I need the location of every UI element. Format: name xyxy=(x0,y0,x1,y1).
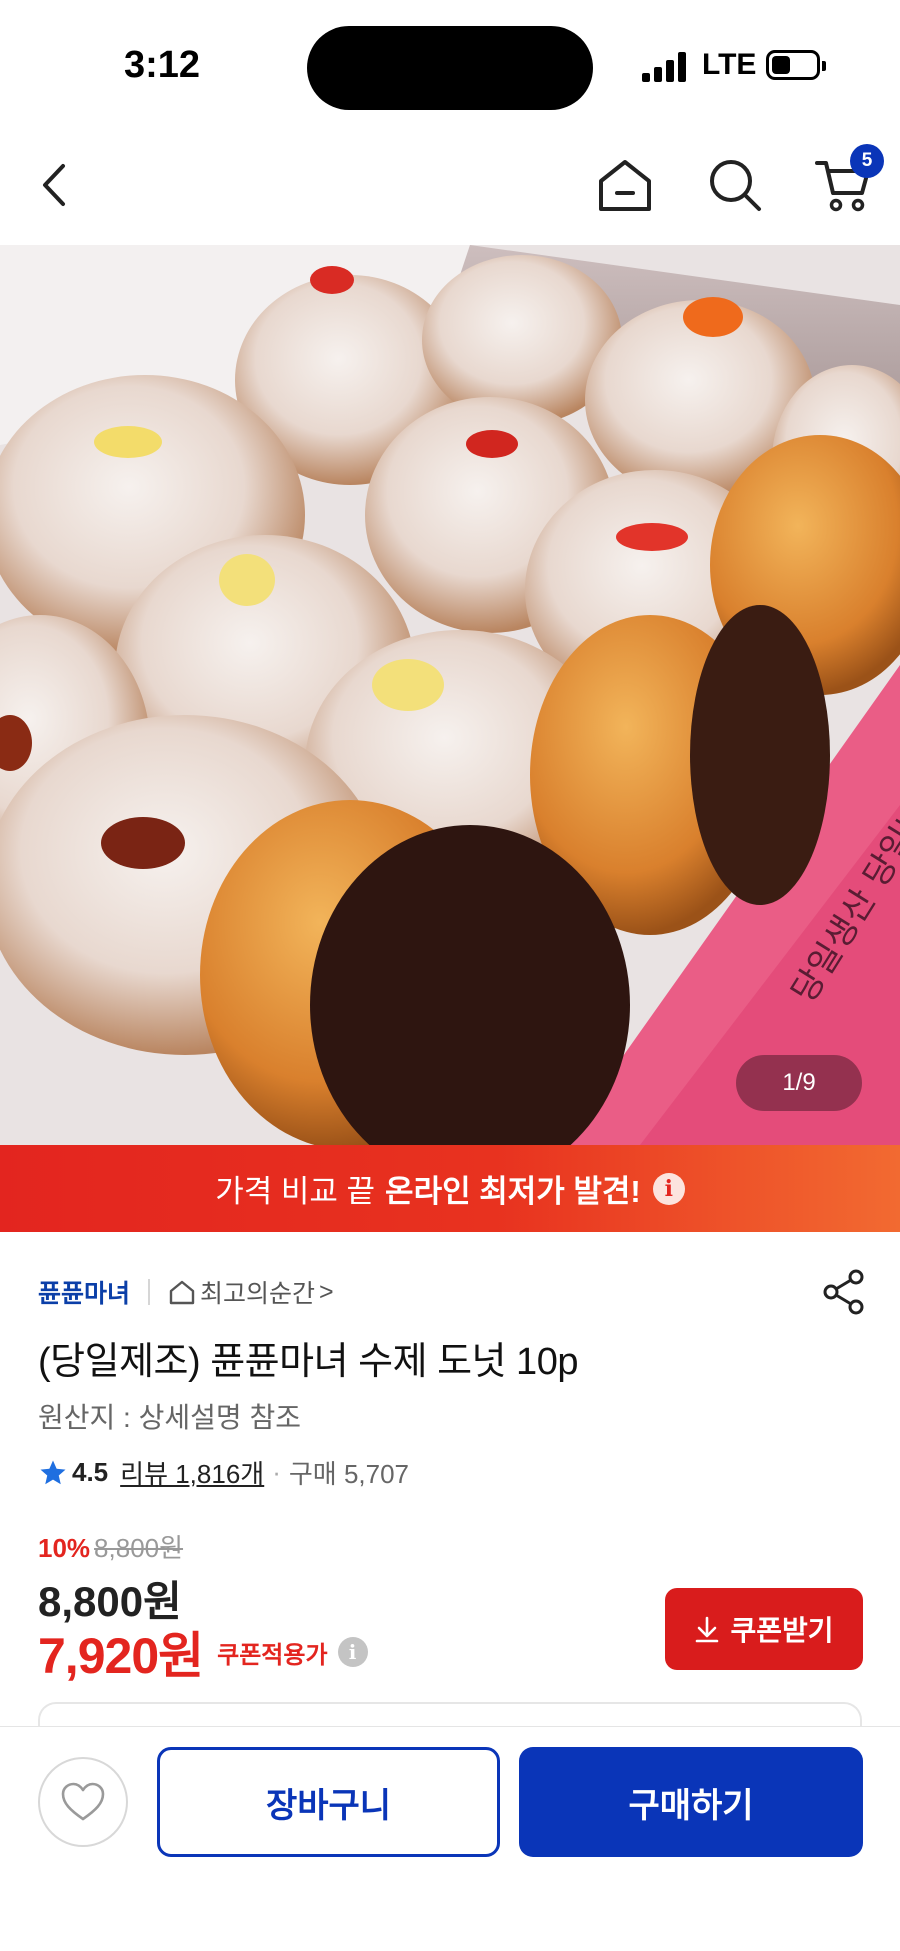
add-to-cart-button[interactable]: 장바구니 xyxy=(157,1747,500,1857)
top-nav-bar: 5 xyxy=(0,130,900,245)
separator: · xyxy=(272,1457,281,1487)
divider xyxy=(148,1279,151,1305)
seller-name-link[interactable]: 퓬퓬마녀 xyxy=(38,1274,130,1310)
star-icon xyxy=(40,1460,66,1484)
coupon-price-label: 쿠폰적용가 xyxy=(217,1641,328,1669)
share-icon xyxy=(823,1269,864,1315)
status-bar: 3:12 LTE xyxy=(0,0,900,130)
download-icon xyxy=(696,1616,719,1643)
search-icon xyxy=(710,160,761,211)
promo-bold-text: 온라인 최저가 발견! xyxy=(385,1174,641,1209)
network-label: LTE xyxy=(702,48,757,81)
brand-link[interactable]: 최고의순간 > xyxy=(168,1274,334,1310)
wishlist-button[interactable] xyxy=(38,1757,128,1847)
seller-row: 퓬퓬마녀 최고의순간 > xyxy=(38,1274,334,1310)
cart-count-badge: 5 xyxy=(850,144,884,178)
promo-text: 가격 비교 끝 xyxy=(215,1174,376,1209)
back-button[interactable] xyxy=(20,150,90,220)
product-image[interactable]: 당일생산 당일배송 1/9 xyxy=(0,245,900,1145)
info-icon[interactable]: i xyxy=(337,1637,368,1667)
share-button[interactable] xyxy=(818,1266,870,1318)
rating-value: 4.5 xyxy=(72,1457,109,1487)
discount-row: 10% 8,800원 xyxy=(38,1528,183,1565)
chevron-right-icon: > xyxy=(319,1277,334,1306)
home-icon xyxy=(169,1280,195,1305)
chevron-left-icon xyxy=(43,164,65,206)
coupon-price-row: 7,920원 쿠폰적용가 i xyxy=(38,1616,368,1688)
origin-text: 원산지 : 상세설명 참조 xyxy=(38,1402,301,1433)
heart-icon xyxy=(61,1782,105,1821)
brand-link-label: 최고의순간 xyxy=(200,1280,316,1308)
cart-button[interactable]: 5 xyxy=(808,144,884,220)
discount-rate: 10% xyxy=(38,1533,91,1563)
review-count-link[interactable]: 리뷰 1,816개 xyxy=(120,1454,264,1491)
donut-box-photo: 당일생산 당일배송 xyxy=(0,245,900,1145)
rating-row: 4.5 리뷰 1,816개 · 구매 5,707 xyxy=(38,1454,409,1491)
search-button[interactable] xyxy=(700,150,770,220)
status-time: 3:12 xyxy=(124,44,201,86)
product-title: (당일제조) 퓬퓬마녀 수제 도넛 10p xyxy=(38,1341,578,1383)
battery-icon xyxy=(766,50,826,80)
image-page-indicator: 1/9 xyxy=(736,1055,862,1111)
buy-now-button[interactable]: 구매하기 xyxy=(519,1747,863,1857)
dynamic-island xyxy=(307,26,593,110)
home-icon xyxy=(599,160,651,211)
purchase-count: 구매 5,707 xyxy=(288,1459,410,1489)
info-icon[interactable]: i xyxy=(652,1172,685,1205)
original-price: 8,800원 xyxy=(94,1533,184,1563)
bottom-action-bar: 장바구니 구매하기 xyxy=(0,1726,900,1951)
lowest-price-banner[interactable]: 가격 비교 끝 온라인 최저가 발견! i xyxy=(0,1145,900,1232)
home-button[interactable] xyxy=(590,150,660,220)
get-coupon-label: 쿠폰받기 xyxy=(730,1615,834,1646)
product-info-section: 퓬퓬마녀 최고의순간 > (당일제조) 퓬퓬마녀 수제 도넛 10p 원산지 :… xyxy=(0,1232,900,1742)
coupon-price: 7,920원 xyxy=(38,1628,204,1684)
get-coupon-button[interactable]: 쿠폰받기 xyxy=(665,1588,863,1670)
signal-icon xyxy=(642,52,688,82)
